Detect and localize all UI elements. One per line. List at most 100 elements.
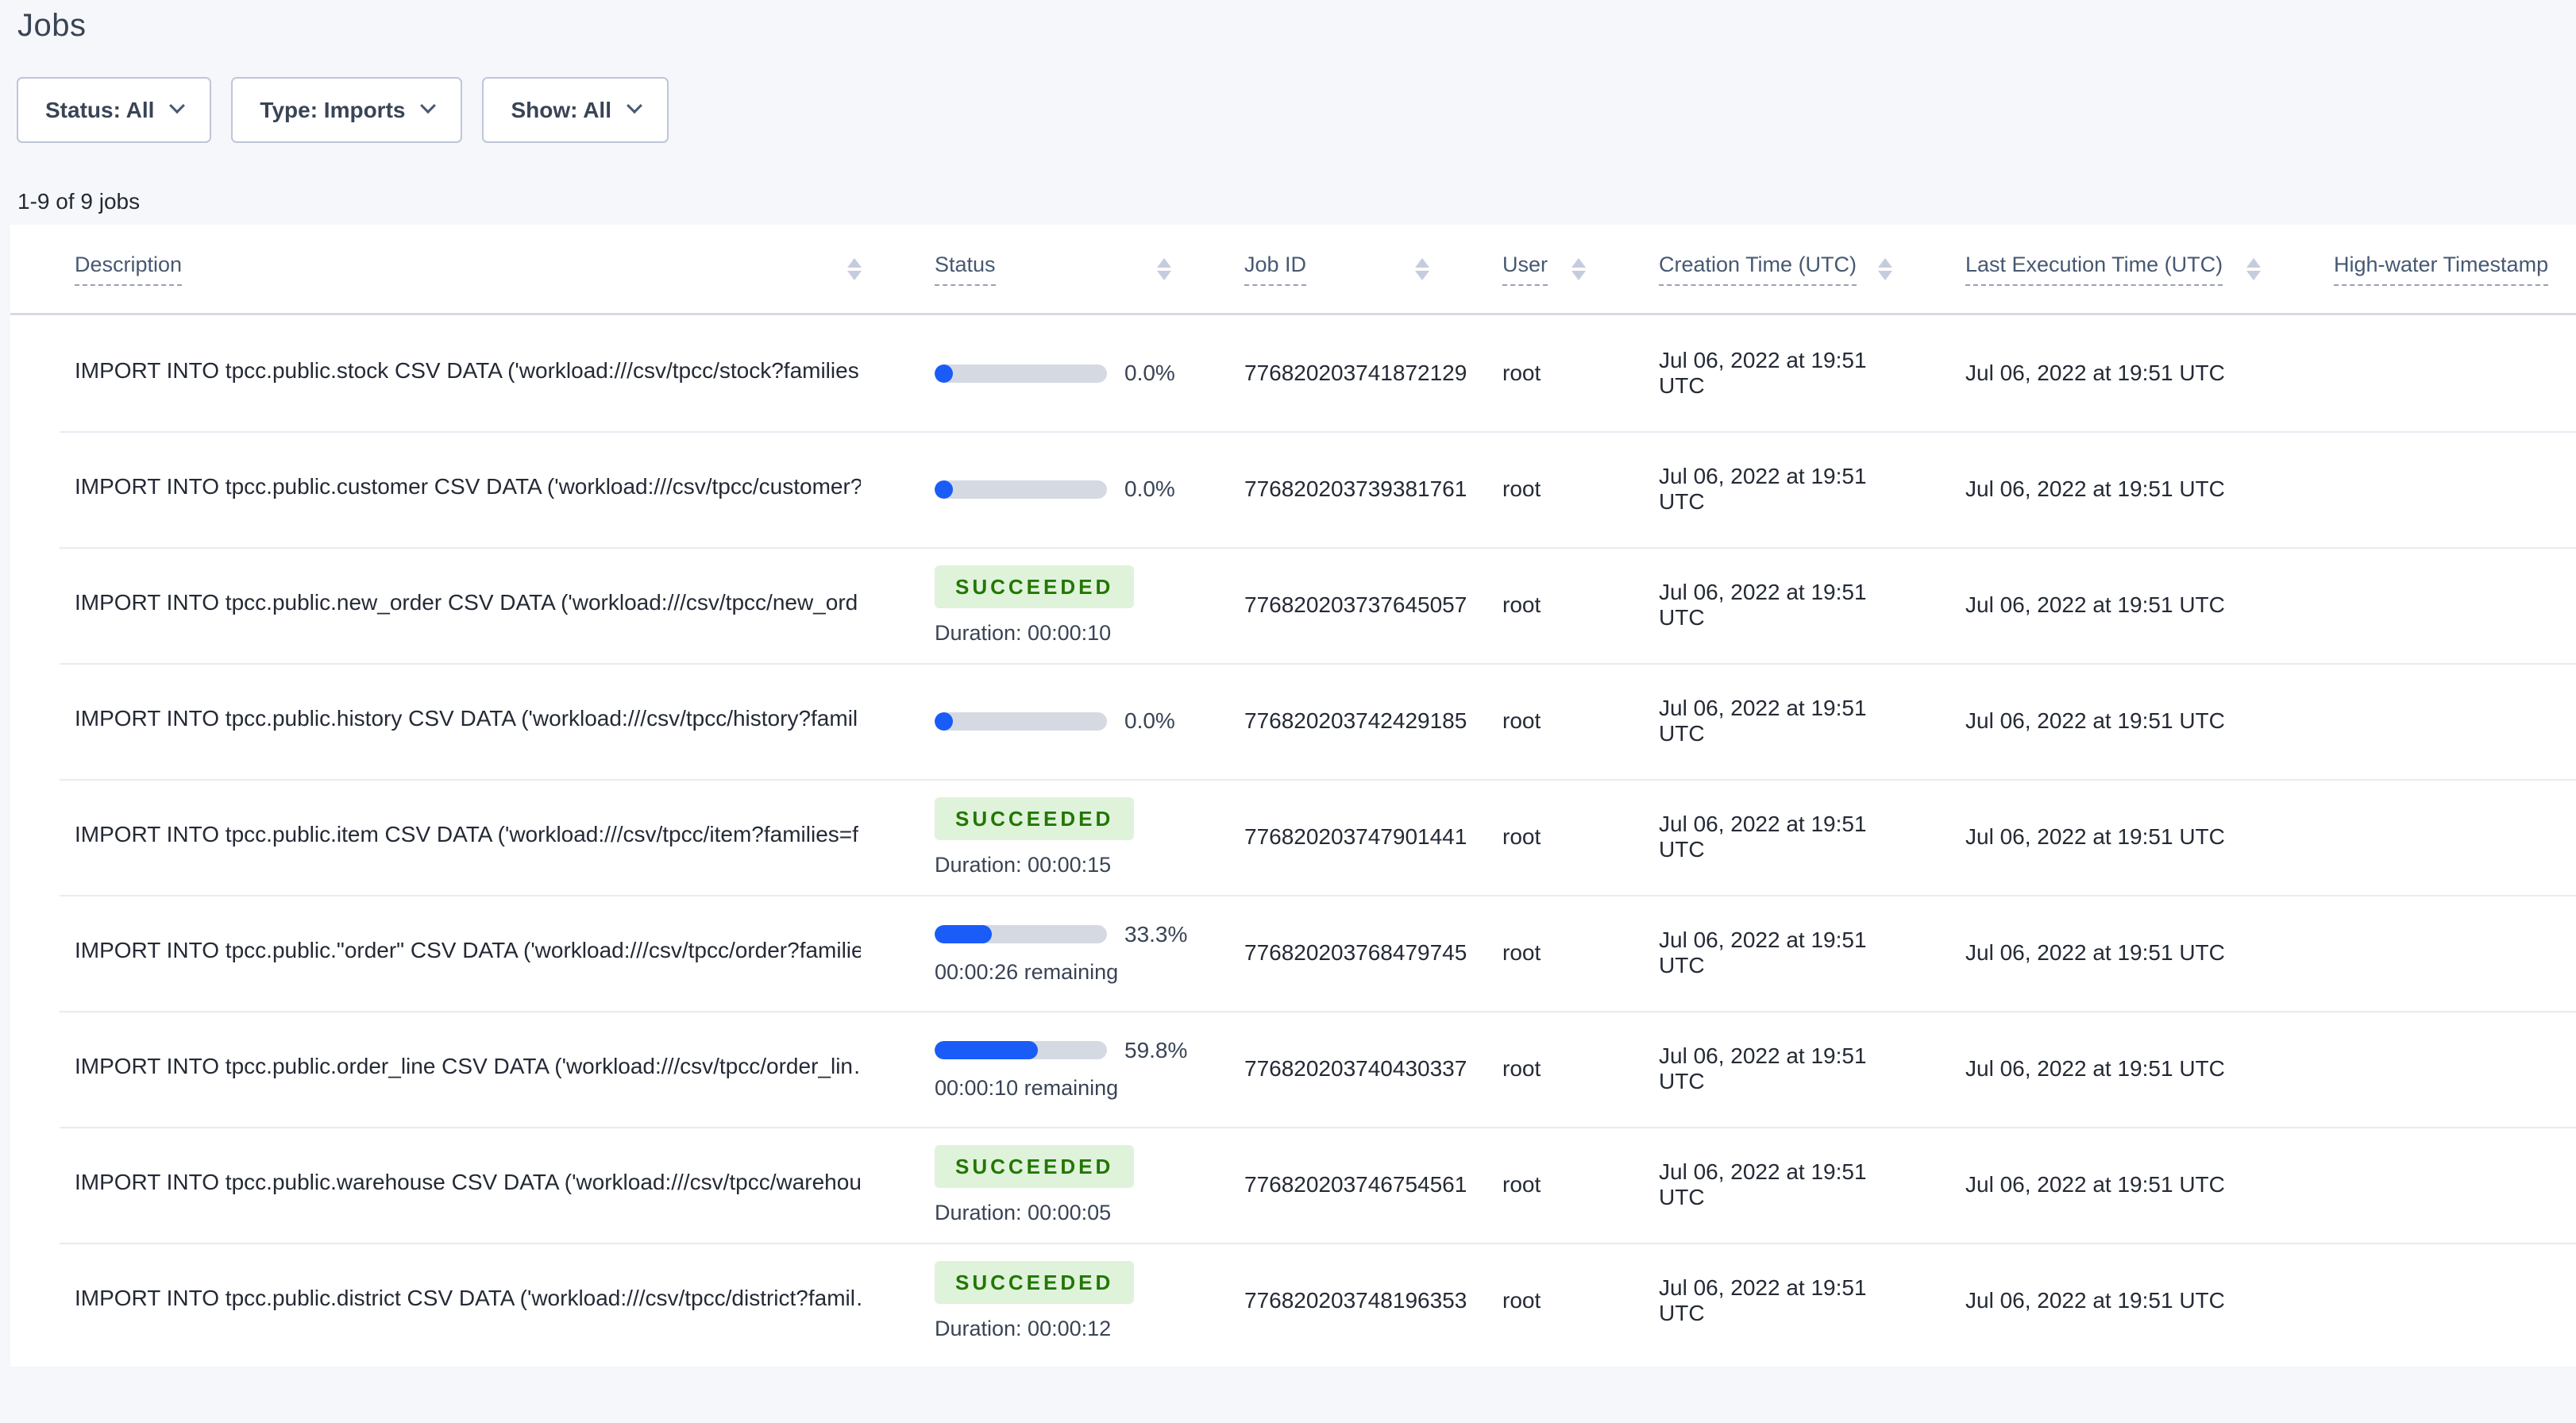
progress-bar-fill [935, 712, 953, 731]
status-badge: SUCCEEDED [935, 796, 1135, 840]
job-id-cell: 776820203748196353 [1244, 1288, 1467, 1313]
job-description-link[interactable]: IMPORT INTO tpcc.public.stock CSV DATA (… [75, 358, 861, 384]
type-filter-label: Type: Imports [260, 97, 406, 122]
job-id-cell: 776820203746754561 [1244, 1172, 1467, 1197]
duration-label: Duration: 00:00:12 [935, 1316, 1112, 1340]
chevron-down-icon [169, 97, 186, 114]
jobs-page: Jobs Status: All Type: Imports Show: All… [0, 0, 2576, 1423]
table-row[interactable]: IMPORT INTO tpcc.public.history CSV DATA… [10, 663, 2576, 779]
creation-time-cell: Jul 06, 2022 at 19:51 UTC [1659, 1159, 1867, 1209]
job-description-link[interactable]: IMPORT INTO tpcc.public.new_order CSV DA… [75, 590, 861, 615]
status-filter-dropdown[interactable]: Status: All [17, 77, 212, 143]
job-progress: 0.0% [935, 361, 1189, 386]
type-filter-dropdown[interactable]: Type: Imports [231, 77, 463, 143]
creation-time-cell: Jul 06, 2022 at 19:51 UTC [1659, 1275, 1867, 1325]
page-title: Jobs [17, 8, 87, 43]
job-status-succeeded: SUCCEEDED Duration: 00:00:15 [935, 796, 1189, 877]
table-row[interactable]: IMPORT INTO tpcc.public."order" CSV DATA… [10, 895, 2576, 1011]
creation-time-cell: Jul 06, 2022 at 19:51 UTC [1659, 812, 1867, 862]
last-execution-time-cell: Jul 06, 2022 at 19:51 UTC [1965, 824, 2225, 849]
time-remaining: 00:00:10 remaining [935, 1075, 1119, 1100]
status-cell: SUCCEEDED Duration: 00:00:10 [879, 565, 1189, 646]
duration-label: Duration: 00:00:10 [935, 620, 1112, 645]
progress-percent: 0.0% [1124, 708, 1175, 733]
status-cell: 59.8% 00:00:10 remaining [879, 1038, 1189, 1101]
status-cell: 0.0% [879, 476, 1189, 502]
status-cell: SUCCEEDED Duration: 00:00:05 [879, 1144, 1189, 1225]
sort-icon[interactable] [1157, 257, 1171, 280]
user-cell: root [1502, 1288, 1541, 1313]
jobs-count: 1-9 of 9 jobs [17, 189, 141, 214]
description-cell: IMPORT INTO tpcc.public.customer CSV DAT… [10, 474, 879, 505]
user-cell: root [1502, 476, 1541, 501]
show-filter-label: Show: All [511, 97, 611, 122]
table-row[interactable]: IMPORT INTO tpcc.public.item CSV DATA ('… [10, 779, 2576, 895]
progress-percent: 0.0% [1124, 476, 1175, 501]
table-row[interactable]: IMPORT INTO tpcc.public.new_order CSV DA… [10, 547, 2576, 663]
last-execution-time-cell: Jul 06, 2022 at 19:51 UTC [1965, 708, 2225, 733]
job-description-link[interactable]: IMPORT INTO tpcc.public.item CSV DATA ('… [75, 822, 861, 847]
job-progress: 0.0% [935, 708, 1189, 734]
job-id-cell: 776820203741872129 [1244, 361, 1467, 385]
table-header-row: Description Status Job ID User Creation … [10, 225, 2576, 315]
table-row[interactable]: IMPORT INTO tpcc.public.warehouse CSV DA… [10, 1127, 2576, 1243]
progress-bar [935, 364, 1107, 383]
progress-percent: 59.8% [1124, 1037, 1188, 1062]
progress-bar [935, 1041, 1107, 1059]
description-cell: IMPORT INTO tpcc.public.new_order CSV DA… [10, 590, 879, 621]
job-description-link[interactable]: IMPORT INTO tpcc.public.order_line CSV D… [75, 1054, 861, 1079]
chevron-down-icon [420, 97, 437, 114]
description-cell: IMPORT INTO tpcc.public.stock CSV DATA (… [10, 358, 879, 389]
status-badge: SUCCEEDED [935, 1144, 1135, 1188]
job-progress: 0.0% [935, 476, 1189, 502]
description-cell: IMPORT INTO tpcc.public."order" CSV DATA… [10, 938, 879, 969]
job-id-cell: 776820203742429185 [1244, 708, 1467, 733]
sort-icon[interactable] [847, 257, 862, 280]
description-cell: IMPORT INTO tpcc.public.history CSV DATA… [10, 706, 879, 737]
column-header-description[interactable]: Description [10, 225, 879, 315]
user-cell: root [1502, 592, 1541, 617]
job-description-link[interactable]: IMPORT INTO tpcc.public.history CSV DATA… [75, 706, 861, 731]
filter-bar: Status: All Type: Imports Show: All [17, 77, 669, 143]
last-execution-time-cell: Jul 06, 2022 at 19:51 UTC [1965, 361, 2225, 385]
sort-icon[interactable] [1878, 257, 1892, 280]
job-description-link[interactable]: IMPORT INTO tpcc.public.district CSV DAT… [75, 1286, 861, 1311]
description-cell: IMPORT INTO tpcc.public.item CSV DATA ('… [10, 822, 879, 853]
table-row[interactable]: IMPORT INTO tpcc.public.stock CSV DATA (… [10, 315, 2576, 431]
job-description-link[interactable]: IMPORT INTO tpcc.public."order" CSV DATA… [75, 938, 861, 963]
last-execution-time-cell: Jul 06, 2022 at 19:51 UTC [1965, 476, 2225, 501]
table-row[interactable]: IMPORT INTO tpcc.public.customer CSV DAT… [10, 431, 2576, 547]
last-execution-time-cell: Jul 06, 2022 at 19:51 UTC [1965, 1172, 2225, 1197]
creation-time-cell: Jul 06, 2022 at 19:51 UTC [1659, 1043, 1867, 1093]
column-header-job-id[interactable]: Job ID [1189, 225, 1447, 315]
description-cell: IMPORT INTO tpcc.public.warehouse CSV DA… [10, 1170, 879, 1201]
job-id-cell: 776820203737645057 [1244, 592, 1467, 617]
column-header-last-execution-time[interactable]: Last Execution Time (UTC) [1910, 225, 2278, 315]
column-header-creation-time[interactable]: Creation Time (UTC) [1603, 225, 1910, 315]
status-cell: 0.0% [879, 708, 1189, 734]
job-id-cell: 776820203739381761 [1244, 476, 1467, 501]
column-header-status[interactable]: Status [879, 225, 1189, 315]
creation-time-cell: Jul 06, 2022 at 19:51 UTC [1659, 464, 1867, 514]
column-header-user[interactable]: User [1447, 225, 1603, 315]
last-execution-time-cell: Jul 06, 2022 at 19:51 UTC [1965, 592, 2225, 617]
status-cell: 0.0% [879, 361, 1189, 386]
chevron-down-icon [627, 97, 642, 114]
jobs-table: Description Status Job ID User Creation … [10, 225, 2576, 1367]
progress-bar-fill [935, 480, 953, 499]
creation-time-cell: Jul 06, 2022 at 19:51 UTC [1659, 348, 1867, 398]
progress-bar [935, 712, 1107, 731]
column-header-high-water-timestamp[interactable]: High-water Timestamp [2278, 225, 2576, 315]
sort-icon[interactable] [2246, 257, 2261, 280]
duration-label: Duration: 00:00:05 [935, 1200, 1112, 1224]
creation-time-cell: Jul 06, 2022 at 19:51 UTC [1659, 696, 1867, 746]
table-row[interactable]: IMPORT INTO tpcc.public.district CSV DAT… [10, 1243, 2576, 1359]
sort-icon[interactable] [1415, 257, 1429, 280]
job-description-link[interactable]: IMPORT INTO tpcc.public.warehouse CSV DA… [75, 1170, 861, 1195]
progress-percent: 0.0% [1124, 361, 1175, 385]
sort-icon[interactable] [1571, 257, 1586, 280]
show-filter-dropdown[interactable]: Show: All [482, 77, 669, 143]
table-row[interactable]: IMPORT INTO tpcc.public.order_line CSV D… [10, 1011, 2576, 1127]
job-description-link[interactable]: IMPORT INTO tpcc.public.customer CSV DAT… [75, 474, 861, 499]
job-status-succeeded: SUCCEEDED Duration: 00:00:12 [935, 1260, 1189, 1341]
